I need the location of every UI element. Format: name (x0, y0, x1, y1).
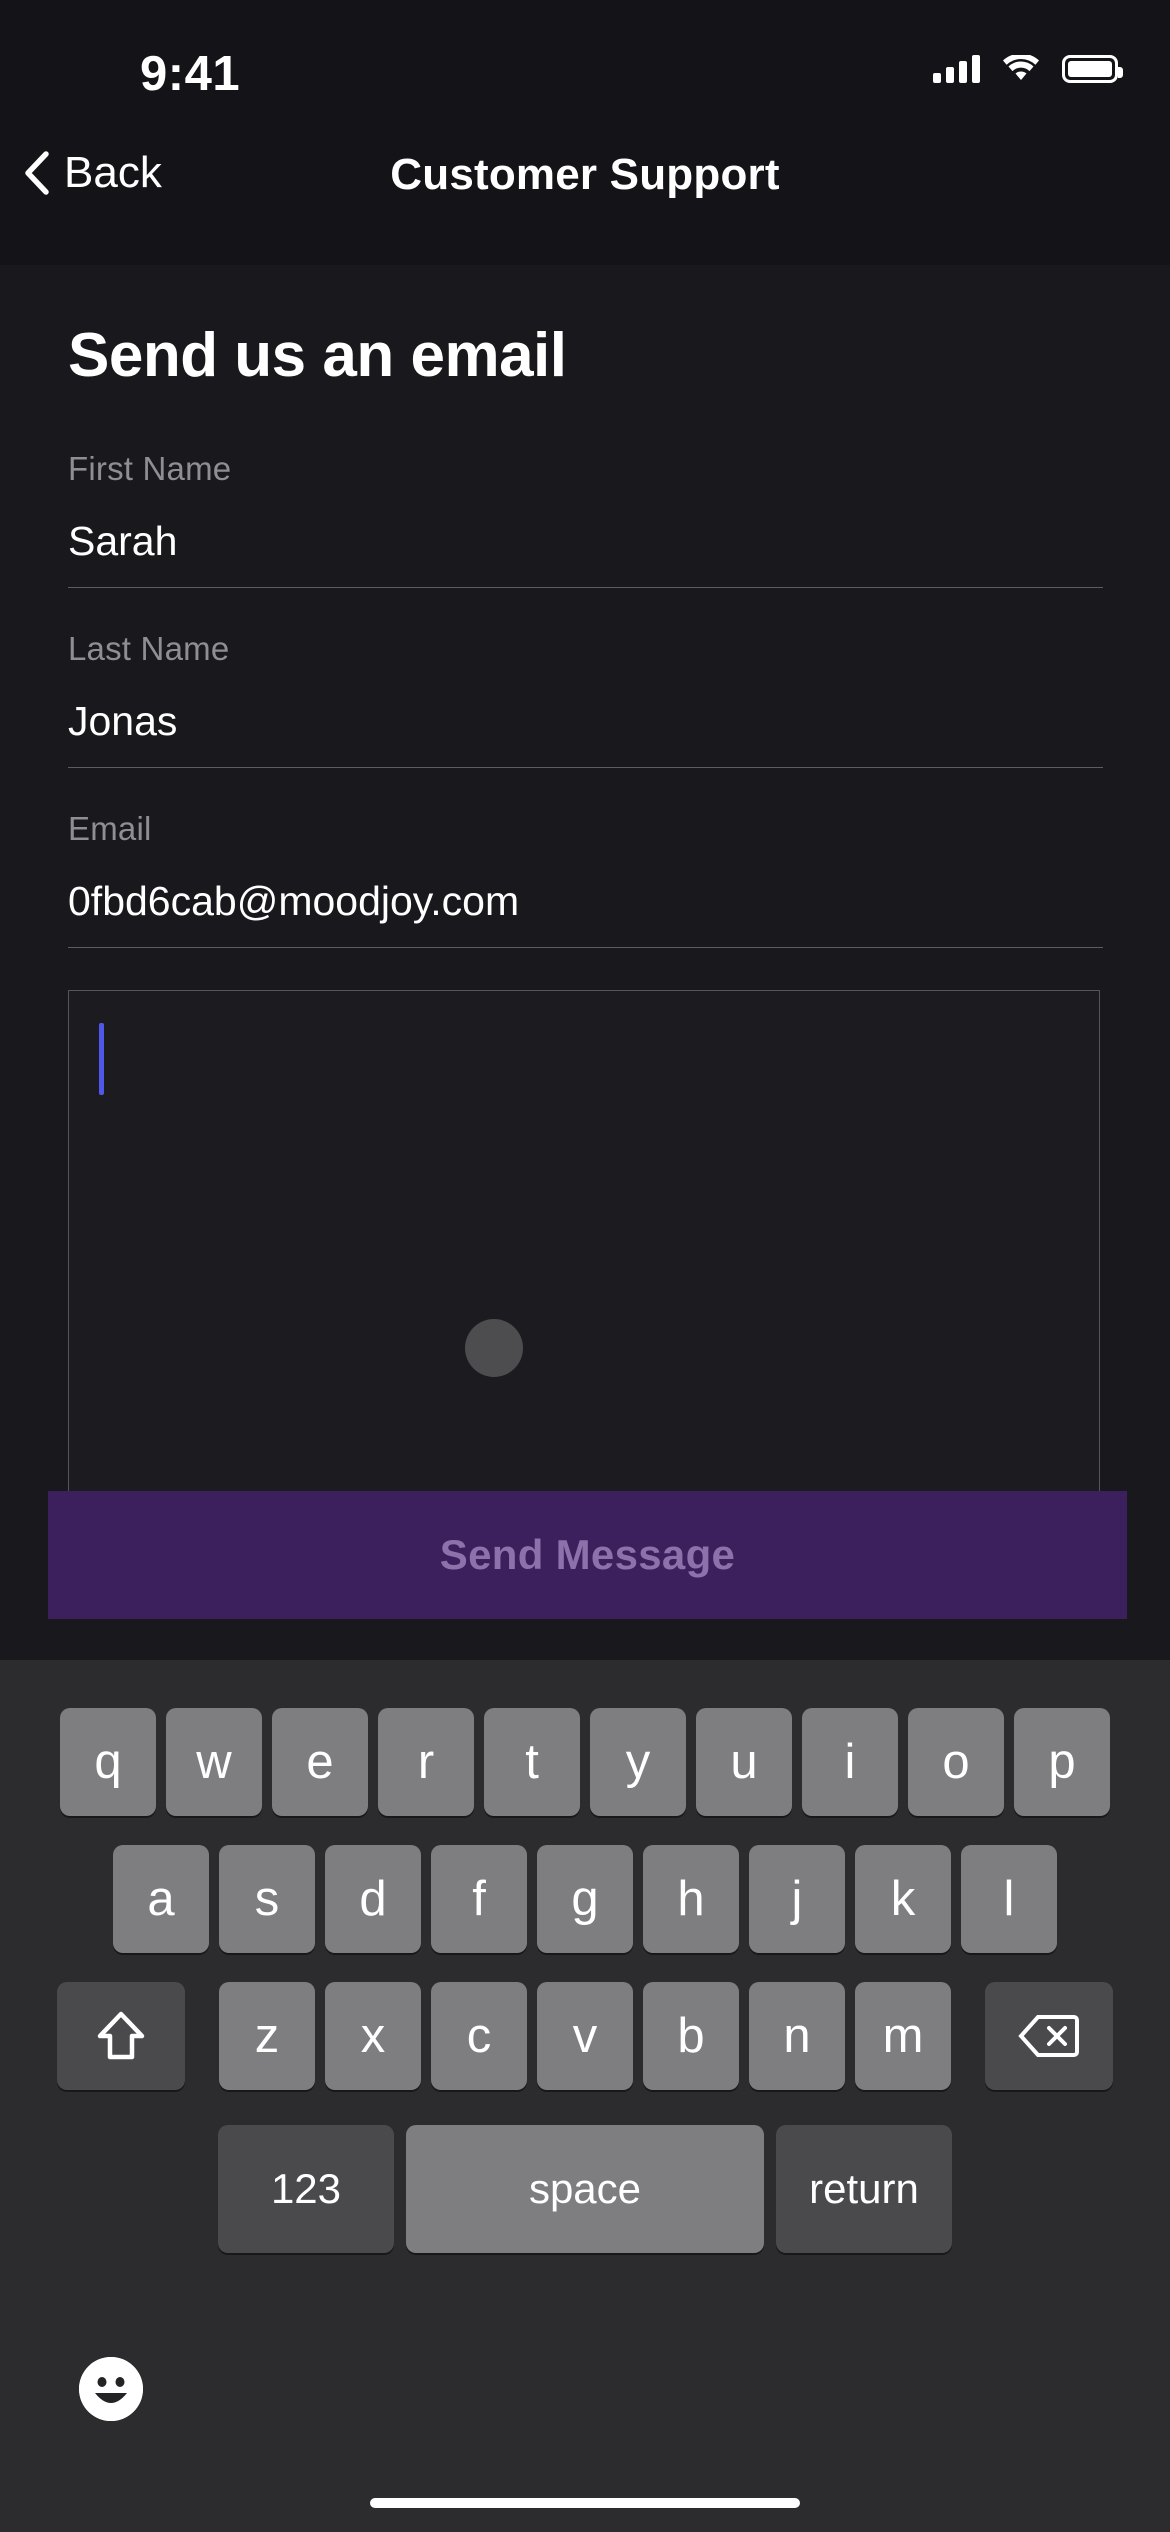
keyboard-row-2: a s d f g h j k l (0, 1845, 1170, 1953)
first-name-label: First Name (68, 450, 232, 487)
key-s[interactable]: s (219, 1845, 315, 1953)
key-d[interactable]: d (325, 1845, 421, 1953)
key-numbers[interactable]: 123 (218, 2125, 394, 2253)
navigation-bar: Back Customer Support (0, 100, 1170, 265)
email-underline (68, 947, 1103, 948)
first-name-underline (68, 587, 1103, 588)
key-q[interactable]: q (60, 1708, 156, 1816)
first-name-input[interactable]: Sarah (68, 518, 1103, 565)
status-bar: 9:41 (0, 0, 1170, 101)
email-field-group: Email 0fbd6cab@moodjoy.com (68, 810, 1103, 948)
email-input[interactable]: 0fbd6cab@moodjoy.com (68, 878, 1103, 925)
last-name-underline (68, 767, 1103, 768)
key-z[interactable]: z (219, 1982, 315, 2090)
backspace-delete-icon[interactable] (985, 1982, 1113, 2090)
send-message-button-label: Send Message (439, 1531, 736, 1578)
cellular-signal-icon (933, 55, 980, 83)
text-cursor (99, 1023, 104, 1095)
key-space[interactable]: space (406, 2125, 764, 2253)
message-textarea[interactable] (68, 990, 1100, 1520)
smiley-face-icon[interactable] (79, 2357, 143, 2421)
email-label: Email (68, 810, 152, 847)
key-n[interactable]: n (749, 1982, 845, 2090)
keyboard-row-3: z x c v b n m (0, 1982, 1170, 2090)
key-x[interactable]: x (325, 1982, 421, 2090)
key-return[interactable]: return (776, 2125, 952, 2253)
key-a[interactable]: a (113, 1845, 209, 1953)
key-h[interactable]: h (643, 1845, 739, 1953)
key-b[interactable]: b (643, 1982, 739, 2090)
last-name-label: Last Name (68, 630, 230, 667)
key-g[interactable]: g (537, 1845, 633, 1953)
status-bar-icons (933, 55, 1123, 83)
key-o[interactable]: o (908, 1708, 1004, 1816)
key-y[interactable]: y (590, 1708, 686, 1816)
first-name-field-group: First Name Sarah (68, 450, 1103, 588)
key-w[interactable]: w (166, 1708, 262, 1816)
key-l[interactable]: l (961, 1845, 1057, 1953)
page-title: Customer Support (390, 150, 780, 199)
touch-indicator (465, 1319, 523, 1377)
key-u[interactable]: u (696, 1708, 792, 1816)
key-j[interactable]: j (749, 1845, 845, 1953)
status-bar-time: 9:41 (140, 47, 241, 101)
key-r[interactable]: r (378, 1708, 474, 1816)
key-t[interactable]: t (484, 1708, 580, 1816)
form-heading: Send us an email (68, 321, 567, 390)
key-v[interactable]: v (537, 1982, 633, 2090)
keyboard-row-4: 123 space return (0, 2125, 1170, 2253)
last-name-field-group: Last Name Jonas (68, 630, 1103, 768)
send-message-button[interactable]: Send Message (48, 1491, 1127, 1619)
home-indicator (370, 2498, 800, 2508)
shift-arrow-icon[interactable] (57, 1982, 185, 2090)
key-c[interactable]: c (431, 1982, 527, 2090)
wifi-icon (1002, 55, 1040, 83)
key-e[interactable]: e (272, 1708, 368, 1816)
key-i[interactable]: i (802, 1708, 898, 1816)
key-p[interactable]: p (1014, 1708, 1110, 1816)
battery-icon (1062, 55, 1123, 83)
keyboard-row-1: q w e r t y u i o p (0, 1708, 1170, 1816)
phone-screen: 9:41 Back Customer Support Send us an em… (0, 0, 1170, 2532)
last-name-input[interactable]: Jonas (68, 698, 1103, 745)
key-m[interactable]: m (855, 1982, 951, 2090)
key-f[interactable]: f (431, 1845, 527, 1953)
key-k[interactable]: k (855, 1845, 951, 1953)
on-screen-keyboard: q w e r t y u i o p a s d f g h j k l z … (0, 1660, 1170, 2532)
